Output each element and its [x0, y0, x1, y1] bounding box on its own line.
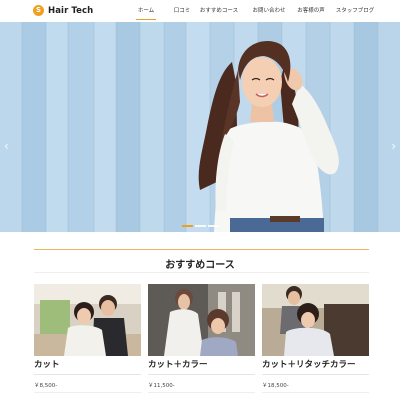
- course-title-divider: [148, 374, 255, 375]
- slider-dot-2[interactable]: [195, 225, 206, 227]
- slider-dot-1[interactable]: [182, 225, 193, 227]
- course-price: ￥18,500-: [262, 383, 289, 389]
- nav-item-staff-blog[interactable]: スタッフブログ: [331, 0, 379, 22]
- course-card-cut-retouch-color[interactable]: カット＋リタッチカラー ￥18,500-: [262, 284, 369, 393]
- section-title-underline: [34, 272, 369, 273]
- slider-dots: [182, 225, 219, 227]
- chevron-right-icon: ›: [391, 139, 396, 153]
- course-title-divider: [34, 374, 141, 375]
- hero-slider[interactable]: ‹ ›: [0, 22, 400, 232]
- course-image: [34, 284, 141, 356]
- course-title: カット＋カラー: [148, 360, 208, 370]
- section-title: おすすめコース: [165, 260, 235, 271]
- course-price: ￥11,500-: [148, 383, 175, 389]
- course-card-cut[interactable]: カット ￥8,500-: [34, 284, 141, 393]
- hero-image: [0, 22, 400, 232]
- course-card-cut-color[interactable]: カット＋カラー ￥11,500-: [148, 284, 255, 393]
- slider-next-button[interactable]: ›: [391, 140, 396, 152]
- chevron-left-icon: ‹: [4, 139, 9, 153]
- course-image: [148, 284, 255, 356]
- main-nav: ホーム 口コミ おすすめコース お問い合わせ お客様の声 スタッフブログ: [132, 0, 379, 22]
- course-title-divider: [262, 374, 369, 375]
- nav-item-contact[interactable]: お問い合わせ: [249, 0, 289, 22]
- slider-dot-3[interactable]: [208, 225, 219, 227]
- nav-item-home[interactable]: ホーム: [132, 0, 160, 22]
- slider-prev-button[interactable]: ‹: [4, 140, 9, 152]
- logo[interactable]: S Hair Tech: [33, 5, 93, 16]
- course-title: カット: [34, 360, 60, 370]
- course-price: ￥8,500-: [34, 383, 58, 389]
- course-price-divider: [148, 392, 255, 393]
- wood-planks: [0, 22, 400, 232]
- logo-icon: S: [33, 5, 44, 16]
- nav-item-courses[interactable]: おすすめコース: [197, 0, 241, 22]
- site-header: S Hair Tech ホーム 口コミ おすすめコース お問い合わせ お客様の声…: [0, 0, 400, 22]
- nav-item-voices[interactable]: お客様の声: [291, 0, 331, 22]
- logo-text: Hair Tech: [48, 5, 94, 16]
- course-image: [262, 284, 369, 356]
- course-price-divider: [262, 392, 369, 393]
- section-divider: [34, 249, 369, 250]
- course-title: カット＋リタッチカラー: [262, 360, 356, 370]
- course-price-divider: [34, 392, 141, 393]
- nav-item-reviews[interactable]: 口コミ: [167, 0, 197, 22]
